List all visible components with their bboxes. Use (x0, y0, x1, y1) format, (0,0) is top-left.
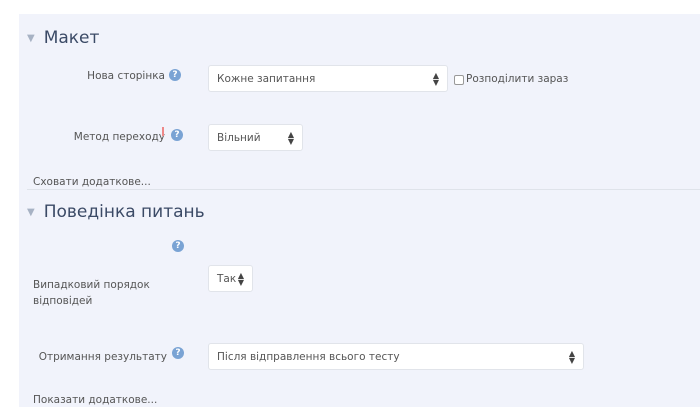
navigation-method-value: Вільний (217, 131, 261, 144)
repaginate-checkbox[interactable] (454, 75, 464, 85)
locked-indicator (162, 127, 164, 136)
updown-arrows-icon: ▲ ▼ (237, 271, 244, 287)
hide-advanced-link[interactable]: Сховати додаткове... (33, 176, 151, 188)
updown-arrows-icon: ▲ ▼ (287, 130, 294, 146)
question-circle-icon[interactable]: ? (172, 240, 184, 252)
section-header-layout[interactable]: ▼ Макет (27, 28, 99, 48)
question-circle-icon[interactable]: ? (172, 347, 184, 359)
section-header-question-behaviour[interactable]: ▼ Поведінка питань (27, 202, 205, 222)
section-divider (27, 189, 700, 190)
show-advanced-link[interactable]: Показати додаткове... (33, 394, 157, 406)
navigation-method-label: Метод переходу (73, 131, 165, 143)
feedback-value: Після відправлення всього тесту (217, 350, 400, 363)
feedback-label: Отримання результату (38, 351, 167, 363)
repaginate-checkbox-label[interactable]: Розподілити зараз (466, 73, 568, 85)
caret-down-icon: ▼ (27, 32, 35, 44)
shuffle-answers-label: Випадковий порядок відповідей (33, 279, 150, 307)
section-title-question-behaviour: Поведінка питань (43, 202, 205, 222)
question-circle-icon[interactable]: ? (169, 69, 181, 81)
updown-arrows-icon: ▲ ▼ (568, 349, 575, 365)
caret-down-icon: ▼ (27, 206, 35, 218)
shuffle-answers-select[interactable]: Так ▲ ▼ (208, 265, 253, 292)
new-page-select[interactable]: Кожне запитання ▲ ▼ (208, 65, 448, 92)
question-circle-icon[interactable]: ? (171, 129, 183, 141)
updown-arrows-icon: ▲ ▼ (432, 71, 439, 87)
navigation-method-select[interactable]: Вільний ▲ ▼ (208, 124, 303, 151)
shuffle-answers-value: Так (217, 272, 237, 285)
feedback-select[interactable]: Після відправлення всього тесту ▲ ▼ (208, 343, 584, 370)
section-title-layout: Макет (43, 28, 100, 48)
new-page-value: Кожне запитання (217, 72, 316, 85)
new-page-label: Нова сторінка (87, 70, 165, 82)
